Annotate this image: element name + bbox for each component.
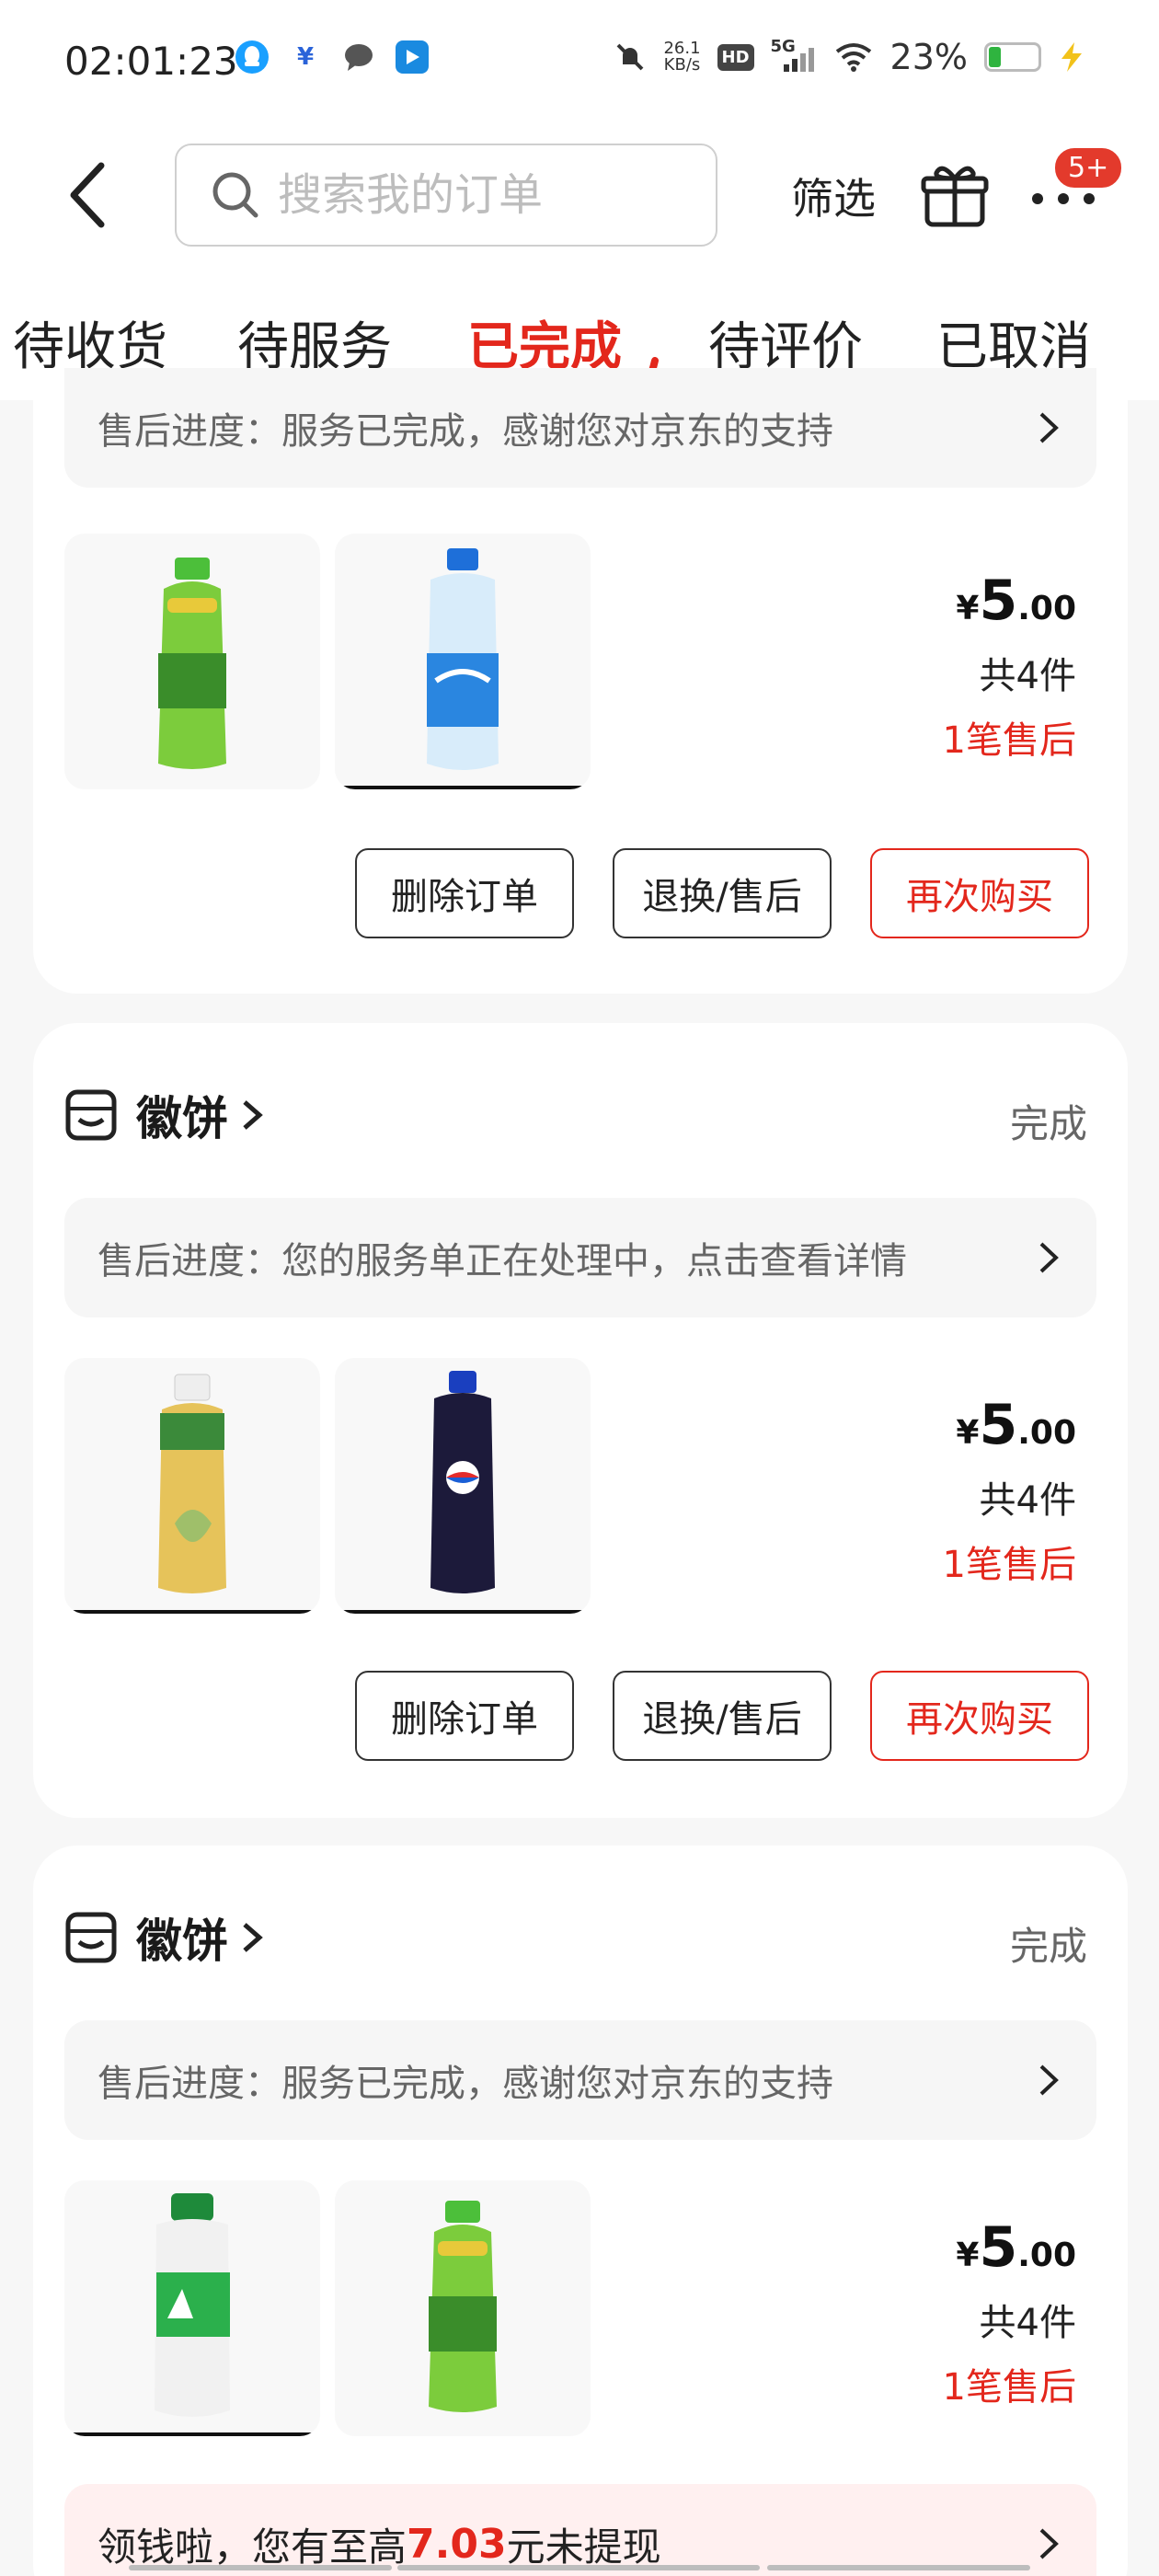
aftersale-progress[interactable]: 售后进度：您的服务单正在处理中，点击查看详情 [64, 1198, 1096, 1317]
charging-icon [1061, 42, 1082, 72]
status-right: 26.1 KB/s HD 5G 23% [614, 37, 1085, 77]
notification-icons: ¥ [235, 40, 429, 74]
product-image-pepsi[interactable] [335, 1358, 591, 1614]
rebuy-button[interactable]: 再次购买 [870, 848, 1089, 938]
item-count: 共4件 [979, 1479, 1076, 1522]
product-image-tea[interactable] [64, 1358, 320, 1614]
search-icon [212, 172, 258, 218]
scroll-indicator [397, 2565, 760, 2570]
hd-icon: HD [717, 43, 754, 71]
shop-link[interactable]: 徽饼 [64, 1078, 265, 1152]
qq-icon [235, 40, 269, 74]
header: 筛选 5+ [0, 129, 1159, 267]
bank-icon: ¥ [289, 40, 322, 74]
shop-name: 徽饼 [136, 1915, 228, 1968]
promo-amount: 7.03 [407, 2520, 507, 2568]
delete-order-button[interactable]: 删除订单 [355, 1671, 574, 1761]
order-card: 徽饼 完成 售后进度：您的服务单正在处理中，点击查看详情 ¥5.00 共4件 1… [33, 1023, 1128, 1818]
aftersale-count[interactable]: 1笔售后 [943, 2357, 1076, 2410]
battery-icon [984, 42, 1041, 72]
promo-text: 领钱啦，您有至高 [98, 2524, 407, 2570]
order-price: ¥5.00 [956, 569, 1076, 633]
wifi-icon [835, 43, 871, 72]
aftersale-count[interactable]: 1笔售后 [943, 710, 1076, 764]
shop-link[interactable]: 徽饼 [64, 1901, 265, 1974]
rebuy-button[interactable]: 再次购买 [870, 1671, 1089, 1761]
battery-percent: 23% [889, 37, 968, 77]
chevron-right-icon [1039, 2064, 1059, 2096]
order-price: ¥5.00 [956, 2215, 1076, 2280]
back-icon[interactable] [63, 158, 118, 232]
status-bar: 02:01:23 ¥ 26.1 KB/s HD 5G 23% [0, 0, 1159, 129]
notification-badge: 5+ [1052, 145, 1125, 190]
aftersale-progress[interactable]: 售后进度：服务已完成，感谢您对京东的支持 [64, 368, 1096, 488]
product-image-milk-drink[interactable] [64, 2180, 320, 2436]
app-icon [396, 40, 429, 74]
shop-name: 徽饼 [136, 1092, 228, 1145]
item-count: 共4件 [979, 655, 1076, 697]
search-box[interactable] [175, 144, 717, 247]
mute-icon [617, 43, 644, 71]
product-image-green-tea[interactable] [64, 534, 320, 789]
aftersale-progress[interactable]: 售后进度：服务已完成，感谢您对京东的支持 [64, 2020, 1096, 2140]
gift-icon[interactable] [920, 160, 990, 230]
shop-icon [65, 1912, 117, 1963]
aftersale-count[interactable]: 1笔售后 [943, 1535, 1076, 1588]
promo-suffix: 元未提现 [506, 2524, 661, 2570]
cashback-banner[interactable]: 领钱啦，您有至高 7.03 元未提现 [64, 2484, 1096, 2576]
chat-icon [342, 40, 375, 74]
shop-icon [65, 1089, 117, 1141]
chevron-right-icon [1039, 2528, 1059, 2559]
chevron-right-icon [243, 1923, 263, 1952]
chevron-right-icon [1039, 1242, 1059, 1273]
product-image-green-tea[interactable] [335, 2180, 591, 2436]
progress-text: 售后进度：服务已完成，感谢您对京东的支持 [98, 410, 833, 453]
product-image-sports-drink[interactable] [335, 534, 591, 789]
progress-text: 售后进度：服务已完成，感谢您对京东的支持 [98, 2063, 833, 2105]
scroll-indicator [129, 2565, 392, 2570]
item-count: 共4件 [979, 2302, 1076, 2344]
filter-button[interactable]: 筛选 [791, 166, 876, 226]
order-price: ¥5.00 [956, 1393, 1076, 1457]
search-input[interactable] [278, 169, 683, 221]
order-status: 完成 [1009, 1101, 1087, 1146]
delete-order-button[interactable]: 删除订单 [355, 848, 574, 938]
net-speed: 26.1 KB/s [663, 39, 701, 75]
order-card: 售后进度：服务已完成，感谢您对京东的支持 ¥5.00 共4件 1笔售后 删除订单… [33, 368, 1128, 994]
chevron-right-icon [243, 1100, 263, 1130]
return-button[interactable]: 退换/售后 [613, 848, 832, 938]
progress-text: 售后进度：您的服务单正在处理中，点击查看详情 [98, 1240, 907, 1282]
order-card: 徽饼 完成 售后进度：服务已完成，感谢您对京东的支持 ¥5.00 共4件 1笔售… [33, 1846, 1128, 2576]
signal-icon: 5G [771, 37, 817, 74]
scroll-indicator [767, 2565, 1030, 2570]
order-status: 完成 [1009, 1924, 1087, 1969]
return-button[interactable]: 退换/售后 [613, 1671, 832, 1761]
chevron-right-icon [1039, 412, 1059, 443]
status-time: 02:01:23 [64, 39, 238, 84]
